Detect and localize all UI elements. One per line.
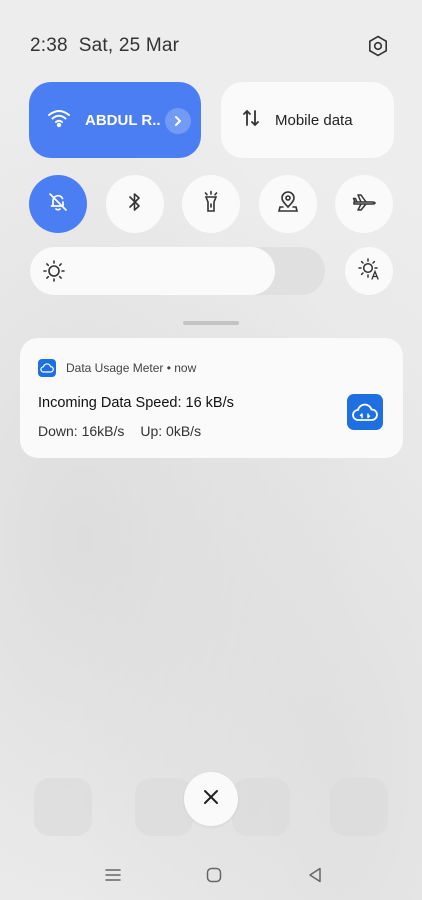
clock-time: 2:38 [30, 35, 68, 56]
wifi-tile[interactable]: ABDUL R.. [29, 82, 201, 158]
bluetooth-toggle[interactable] [106, 175, 164, 233]
notification-card[interactable]: Data Usage Meter • now Incoming Data Spe… [20, 338, 403, 458]
do-not-disturb-toggle[interactable] [29, 175, 87, 233]
blurred-app-icon [330, 778, 388, 836]
location-toggle[interactable] [259, 175, 317, 233]
close-button[interactable] [184, 772, 238, 826]
home-icon[interactable] [202, 863, 226, 887]
mobile-data-label: Mobile data [275, 111, 353, 129]
gear-icon[interactable] [364, 32, 392, 60]
blurred-app-icon [34, 778, 92, 836]
status-header: 2:38 Sat, 25 Mar [30, 30, 392, 62]
flashlight-icon [201, 190, 221, 219]
data-arrows-icon [241, 108, 261, 133]
blurred-app-icon [232, 778, 290, 836]
navigation-bar [0, 855, 422, 895]
brightness-level [30, 247, 275, 295]
cloud-icon [38, 359, 56, 377]
airplane-icon [352, 191, 376, 218]
upload-speed: Up: 0kB/s [140, 423, 202, 439]
flashlight-toggle[interactable] [182, 175, 240, 233]
cloud-icon [347, 394, 383, 430]
location-icon [277, 190, 299, 219]
notification-app-name: Data Usage Meter • now [66, 361, 197, 375]
sun-icon [42, 259, 66, 283]
wifi-network-name: ABDUL R.. [85, 111, 161, 129]
recents-icon[interactable] [101, 863, 125, 887]
close-icon [203, 789, 219, 810]
notification-title: Incoming Data Speed: 16 kB/s [38, 395, 234, 411]
brightness-slider[interactable] [30, 247, 325, 295]
bluetooth-icon [126, 191, 144, 218]
chevron-right-icon[interactable] [165, 108, 191, 134]
wifi-icon [47, 108, 71, 133]
back-icon[interactable] [303, 863, 327, 887]
auto-brightness-icon [357, 257, 381, 286]
airplane-mode-toggle[interactable] [335, 175, 393, 233]
bell-off-icon [47, 191, 69, 218]
auto-brightness-button[interactable] [345, 247, 393, 295]
clock-date: Sat, 25 Mar [78, 35, 180, 56]
panel-drag-handle[interactable] [183, 321, 239, 325]
download-speed: Down: 16kB/s [38, 423, 125, 439]
mobile-data-tile[interactable]: Mobile data [221, 82, 394, 158]
